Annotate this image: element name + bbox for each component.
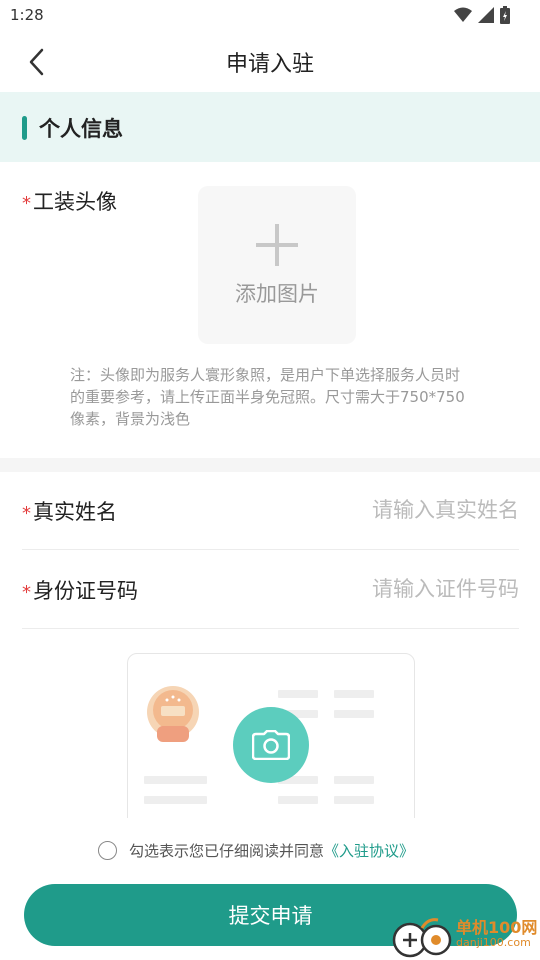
watermark-logo: 单机100网 danji100.com [392,912,540,960]
avatar-upload-button[interactable]: 添加图片 [198,186,356,344]
section-accent-bar [22,116,27,140]
agreement-row: 勾选表示您已仔细阅读并同意 《入驻协议》 [98,840,414,861]
card-line [334,776,374,784]
id-number-label-text: 身份证号码 [33,579,138,603]
section-header: 个人信息 [0,92,540,162]
status-bar: 1:28 [0,0,540,32]
section-title: 个人信息 [39,117,123,141]
battery-icon [500,6,510,24]
id-number-input[interactable] [259,573,519,605]
plus-icon [256,224,298,266]
section-divider [0,458,540,472]
agreement-checkbox[interactable] [98,841,117,860]
avatar-note: 注：头像即为服务人寰形象照，是用户下单选择服务人员时的重要参考，请上传正面半身免… [70,366,465,428]
card-line [334,796,374,804]
required-mark: * [22,503,31,524]
nav-bar: 申请入驻 [0,32,540,92]
card-line [144,776,207,784]
agreement-text: 勾选表示您已仔细阅读并同意 [129,842,325,860]
card-line [334,690,374,698]
cellular-signal-icon [478,7,494,23]
card-line [334,710,374,718]
card-line [278,690,318,698]
wifi-icon [454,7,472,22]
page-title: 申请入驻 [225,52,314,77]
required-mark: * [22,582,31,603]
name-label: *真实姓名 [22,496,117,526]
watermark-line2: danji100.com [456,936,531,949]
avatar-label: *工装头像 [22,186,117,216]
status-time: 1:28 [10,6,44,24]
watermark-mascot-icon [392,918,452,958]
avatar-label-text: 工装头像 [33,190,117,214]
id-number-row: *身份证号码 [22,551,519,629]
upload-label: 添加图片 [235,282,319,306]
name-input[interactable] [259,494,519,526]
national-emblem-icon [147,686,199,742]
required-mark: * [22,193,31,214]
watermark-line1: 单机100网 [456,918,538,937]
camera-button[interactable] [233,707,309,783]
status-icons [454,6,510,24]
name-label-text: 真实姓名 [33,500,117,524]
camera-icon [252,730,290,760]
card-line [278,796,318,804]
card-line [144,796,207,804]
id-number-label: *身份证号码 [22,575,138,605]
agreement-link[interactable]: 《入驻协议》 [324,840,414,861]
name-row: *真实姓名 [22,472,519,550]
